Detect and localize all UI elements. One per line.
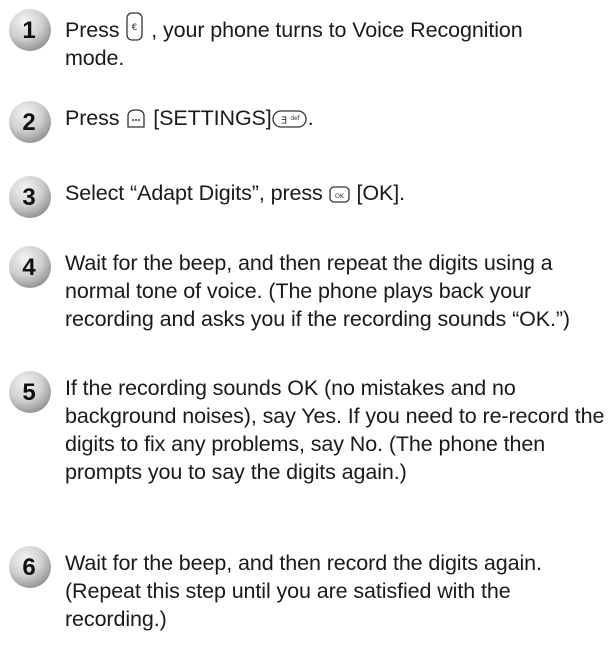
ok-key-icon: OK xyxy=(328,185,351,205)
svg-text:OK: OK xyxy=(334,192,344,200)
step-text: Press € , your phone turns to Voice Reco… xyxy=(65,12,605,72)
svg-text:3: 3 xyxy=(22,184,35,211)
left-soft-key-icon xyxy=(125,108,147,130)
svg-text:€: € xyxy=(132,23,138,33)
step-number-badge: 1 xyxy=(8,8,52,52)
step-text: Select “Adapt Digits”, press OK [OK]. xyxy=(65,181,405,205)
step-number-badge: 2 xyxy=(8,100,52,144)
step-number-badge: 5 xyxy=(8,370,52,414)
svg-text:def: def xyxy=(290,115,300,122)
step-number-badge: 3 xyxy=(8,175,52,219)
step-number-badge: 4 xyxy=(8,245,52,289)
number-3-def-key-icon: Ǝ def xyxy=(272,108,308,130)
svg-text:2: 2 xyxy=(22,109,35,136)
svg-text:4: 4 xyxy=(22,254,36,281)
step-number-badge: 6 xyxy=(8,545,52,589)
svg-text:Ǝ: Ǝ xyxy=(281,116,287,127)
step-text: If the recording sounds OK (no mistakes … xyxy=(65,376,605,484)
step-text: Wait for the beep, and then repeat the d… xyxy=(65,251,570,331)
side-voice-key-icon: € xyxy=(125,12,145,42)
svg-text:5: 5 xyxy=(22,379,35,406)
step-text: Press [SETTINGS] Ǝ def . xyxy=(65,106,314,130)
svg-text:1: 1 xyxy=(22,17,35,44)
step-text: Wait for the beep, and then record the d… xyxy=(65,551,542,631)
svg-text:6: 6 xyxy=(22,554,35,581)
